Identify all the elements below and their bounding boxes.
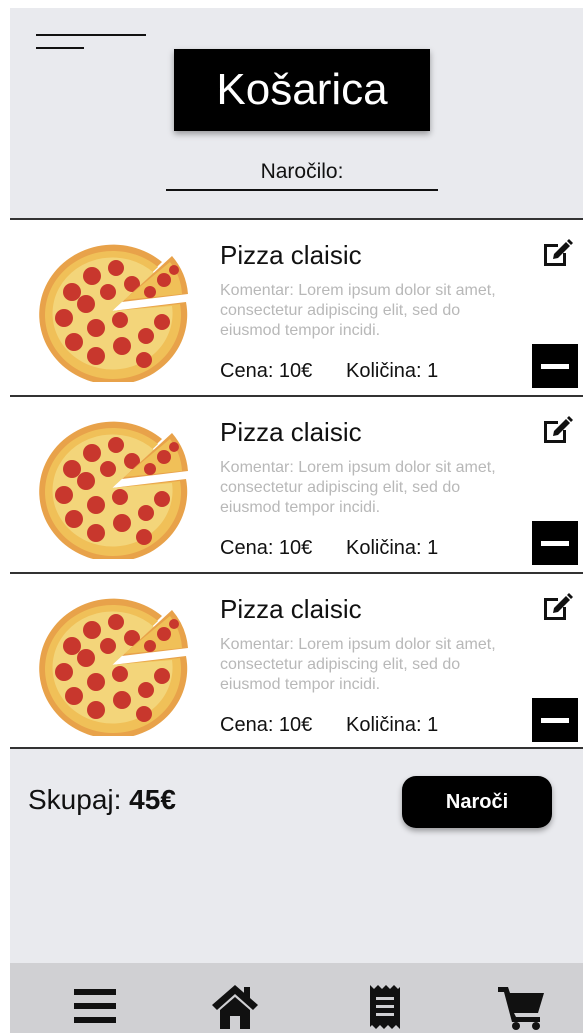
item-quantity: Količina: 1 <box>346 714 439 736</box>
edit-icon[interactable] <box>540 236 574 270</box>
page-title: Košarica <box>174 49 430 131</box>
pizza-image <box>34 594 190 736</box>
cart-item: Pizza claisic Komentar: Lorem ipsum dolo… <box>10 572 583 749</box>
item-quantity: Količina: 1 <box>346 537 439 559</box>
cart-icon[interactable] <box>496 981 546 1031</box>
total-label: Skupaj: <box>28 784 130 815</box>
remove-item-button[interactable] <box>532 698 578 742</box>
item-name: Pizza claisic <box>220 594 362 624</box>
item-name: Pizza claisic <box>220 240 362 270</box>
menu-line-long <box>36 34 146 36</box>
order-underline <box>166 189 438 191</box>
item-price: Cena: 10€ <box>220 360 313 382</box>
item-comment: Komentar: Lorem ipsum dolor sit amet, co… <box>220 636 496 693</box>
remove-item-button[interactable] <box>532 344 578 388</box>
menu-line-short <box>36 47 84 49</box>
receipt-icon[interactable] <box>360 981 410 1031</box>
item-comment: Komentar: Lorem ipsum dolor sit amet, co… <box>220 459 496 516</box>
hamburger-menu-icon[interactable] <box>70 981 120 1031</box>
cart-item: Pizza claisic Komentar: Lorem ipsum dolo… <box>10 395 583 572</box>
cart-list: Pizza claisic Komentar: Lorem ipsum dolo… <box>10 218 583 749</box>
order-button[interactable]: Naroči <box>402 776 552 828</box>
pizza-image <box>34 240 190 382</box>
menu-icon[interactable] <box>36 34 148 54</box>
minus-icon <box>541 717 569 723</box>
minus-icon <box>541 540 569 546</box>
cart-item: Pizza claisic Komentar: Lorem ipsum dolo… <box>10 218 583 395</box>
item-price: Cena: 10€ <box>220 714 313 736</box>
item-price: Cena: 10€ <box>220 537 313 559</box>
app-screen: Košarica Naročilo: Pizza claisic Komenta… <box>10 8 583 1033</box>
total-price: Skupaj: 45€ <box>28 784 176 816</box>
item-quantity: Količina: 1 <box>346 360 439 382</box>
edit-icon[interactable] <box>540 413 574 447</box>
home-icon[interactable] <box>210 981 260 1031</box>
order-label: Naročilo: <box>260 160 344 183</box>
total-value: 45€ <box>129 784 176 815</box>
bottom-nav <box>10 963 583 1033</box>
edit-icon[interactable] <box>540 590 574 624</box>
pizza-image <box>34 417 190 559</box>
item-comment: Komentar: Lorem ipsum dolor sit amet, co… <box>220 282 496 339</box>
remove-item-button[interactable] <box>532 521 578 565</box>
item-name: Pizza claisic <box>220 417 362 447</box>
minus-icon <box>541 363 569 369</box>
